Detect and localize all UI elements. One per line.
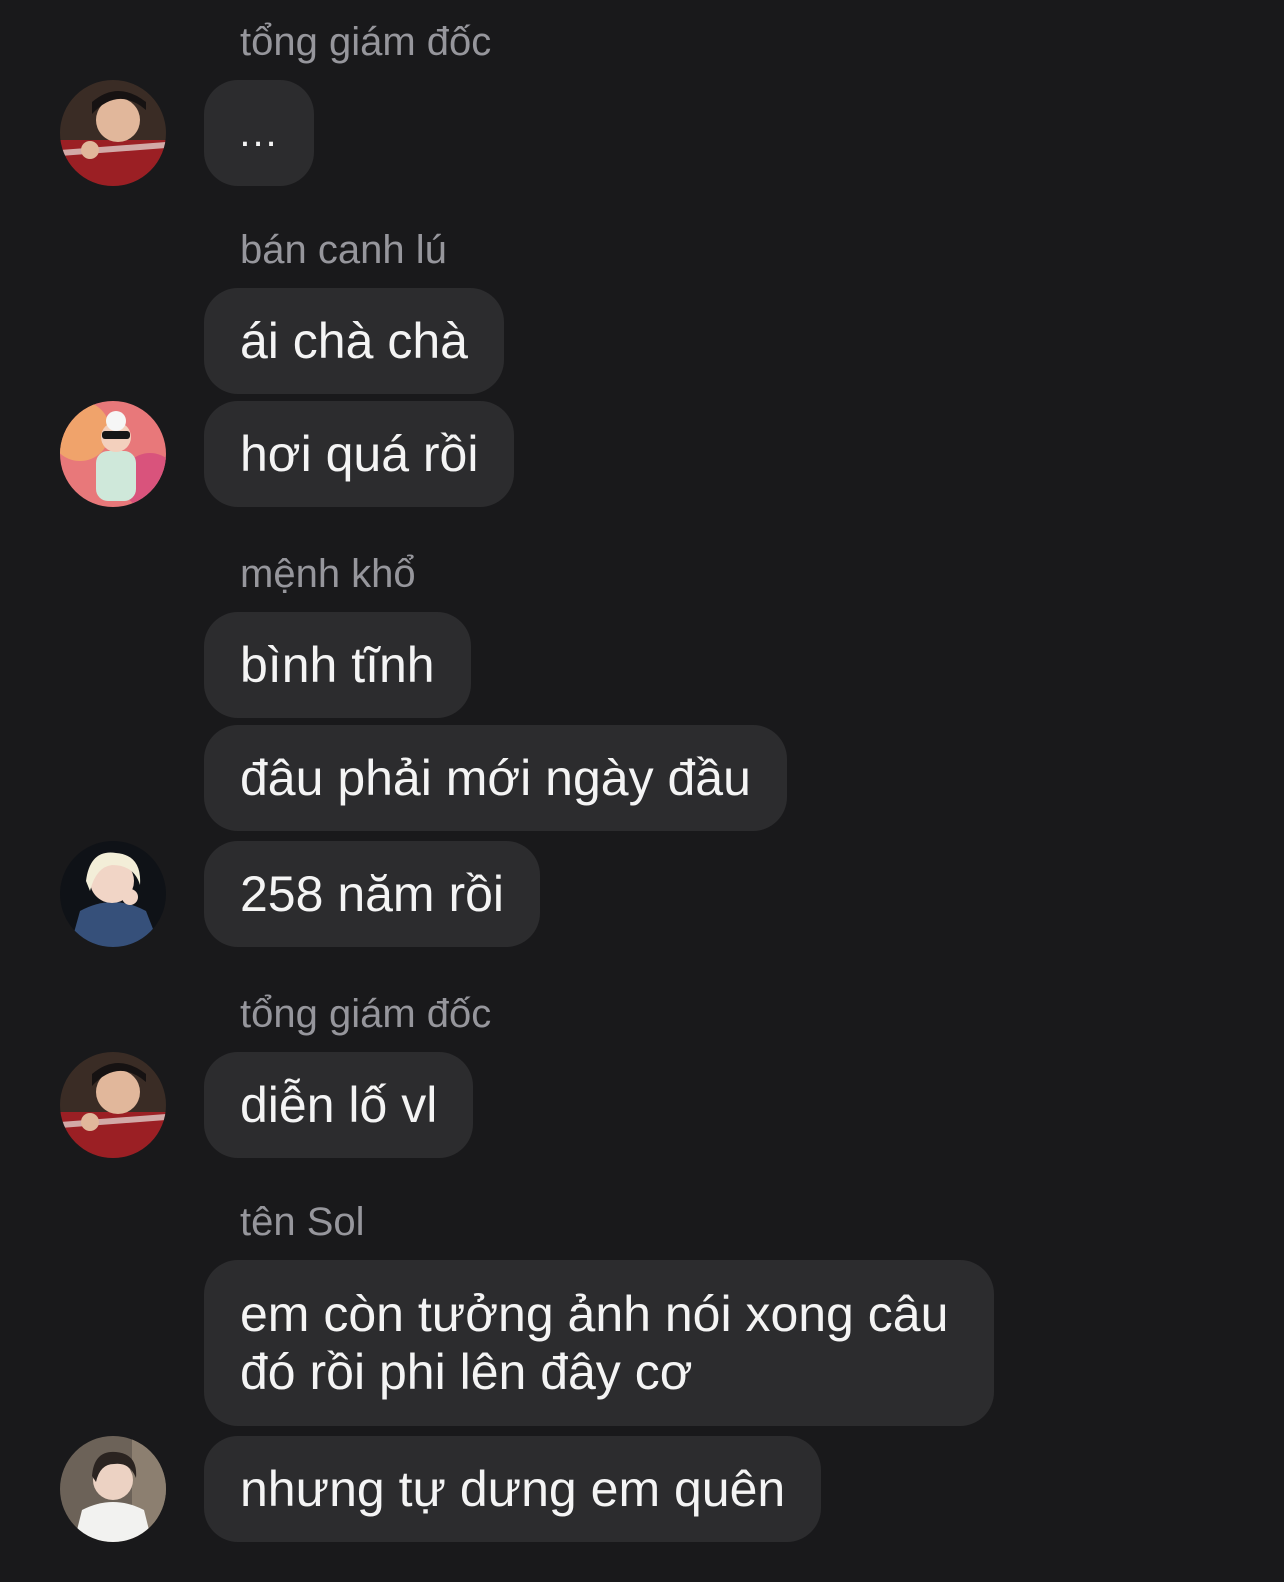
message-bubble[interactable]: nhưng tự dưng em quên: [204, 1436, 822, 1542]
avatar[interactable]: [60, 1436, 166, 1542]
sender-name: tên Sol: [240, 1200, 365, 1244]
message-bubble[interactable]: 258 năm rồi: [204, 841, 541, 947]
message-bubble[interactable]: ái chà chà: [204, 288, 504, 394]
avatar[interactable]: [60, 80, 166, 186]
message-bubble[interactable]: hơi quá rồi: [204, 401, 515, 507]
sender-name: bán canh lú: [240, 228, 447, 272]
message-bubble[interactable]: em còn tưởng ảnh nói xong câu đó rồi phi…: [204, 1260, 994, 1426]
message-bubble[interactable]: diễn lố vl: [204, 1052, 474, 1158]
sender-name: tổng giám đốc: [240, 992, 492, 1036]
sender-name: mệnh khổ: [240, 552, 416, 596]
message-bubble[interactable]: ...: [204, 80, 314, 186]
sender-name: tổng giám đốc: [240, 20, 492, 64]
message-bubble[interactable]: bình tĩnh: [204, 612, 471, 718]
avatar[interactable]: [60, 1052, 166, 1158]
avatar[interactable]: [60, 841, 166, 947]
avatar[interactable]: [60, 401, 166, 507]
message-bubble[interactable]: đâu phải mới ngày đầu: [204, 725, 787, 831]
